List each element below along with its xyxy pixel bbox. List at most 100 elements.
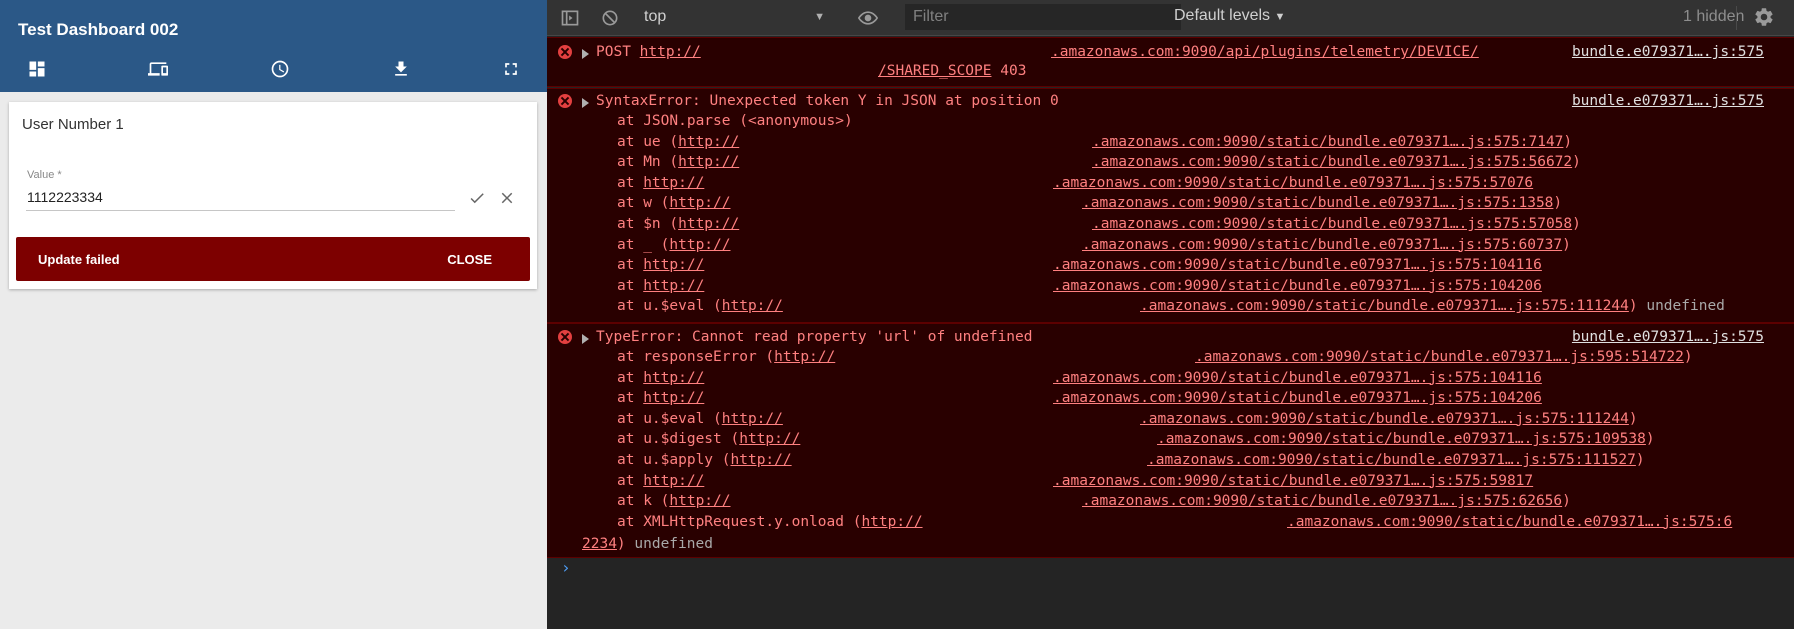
frame-url-start[interactable]: http:// (722, 411, 783, 427)
frame-url[interactable]: .amazonaws.com:9090/static/bundle.e07937… (1092, 134, 1563, 150)
expand-triangle-icon[interactable] (582, 49, 589, 59)
stack-frame-link-line: .amazonaws.com:9090/static/bundle.e07937… (1287, 513, 1732, 531)
frame-url-start[interactable]: http:// (643, 175, 704, 191)
check-icon[interactable] (466, 187, 488, 209)
frame-url-start[interactable]: http:// (678, 216, 739, 232)
frame-url[interactable]: .amazonaws.com:9090/static/bundle.e07937… (1157, 431, 1646, 447)
stack-frame: at u.$eval (http:// (617, 297, 783, 315)
stack-frame: at http:// (617, 256, 704, 274)
frame-url-start[interactable]: http:// (643, 257, 704, 273)
fullscreen-icon[interactable] (499, 58, 523, 80)
frame-rest: ) (1572, 216, 1581, 232)
stack-frame-link-line: .amazonaws.com:9090/static/bundle.e07937… (1082, 492, 1571, 510)
frame-url[interactable]: .amazonaws.com:9090/static/bundle.e07937… (1195, 349, 1684, 365)
expand-triangle-icon[interactable] (582, 334, 589, 344)
frame-url-start[interactable]: http:// (678, 154, 739, 170)
frame-url[interactable]: .amazonaws.com:9090/static/bundle.e07937… (1147, 452, 1636, 468)
console-message-post[interactable]: POST http:// .amazonaws.com:9090/api/plu… (547, 37, 1794, 87)
frame-url-start[interactable]: http:// (731, 452, 792, 468)
frame-url[interactable]: .amazonaws.com:9090/static/bundle.e07937… (1082, 237, 1562, 253)
stack-frame: at u.$digest (http:// (617, 430, 800, 448)
frame-url-start[interactable]: http:// (643, 473, 704, 489)
download-icon[interactable] (389, 58, 413, 80)
frame-url[interactable]: .amazonaws.com:9090/static/bundle.e07937… (1140, 411, 1629, 427)
frame-function: at u.$eval ( (617, 298, 722, 315)
frame-function: at (617, 369, 644, 386)
frame-url-start[interactable]: http:// (669, 195, 730, 211)
console-message-type-error[interactable]: TypeError: Cannot read property 'url' of… (547, 323, 1794, 558)
frame-url[interactable]: .amazonaws.com:9090/static/bundle.e07937… (1140, 298, 1629, 314)
post-url-cont[interactable]: /SHARED_SCOPE (878, 63, 992, 79)
console-prompt[interactable]: › (561, 558, 571, 577)
devtools-console: top ▼ Default levels ▼ 1 hidden POST htt… (547, 0, 1794, 629)
type-wrap-link[interactable]: 2234 (582, 536, 617, 552)
frame-url[interactable]: .amazonaws.com:9090/static/bundle.e07937… (1082, 195, 1553, 211)
frame-function: at u.$apply ( (617, 452, 731, 468)
frame-url[interactable]: .amazonaws.com:9090/static/bundle.e07937… (1287, 514, 1732, 530)
post-source-link[interactable]: bundle.e079371….js:575 (1572, 43, 1764, 61)
value-label: Value * (27, 169, 62, 181)
stack-frame-link-line: .amazonaws.com:9090/static/bundle.e07937… (1140, 410, 1638, 428)
frame-function: at (617, 174, 644, 191)
devices-icon[interactable] (146, 58, 170, 80)
toolbar-divider (1736, 6, 1737, 30)
frame-url[interactable]: .amazonaws.com:9090/static/bundle.e07937… (1053, 278, 1542, 294)
frame-url-start[interactable]: http:// (643, 278, 704, 294)
post-url-end[interactable]: .amazonaws.com:9090/api/plugins/telemetr… (1051, 44, 1479, 60)
gear-icon[interactable] (1753, 6, 1775, 28)
stack-frame: at w (http:// (617, 194, 731, 212)
frame-url-start[interactable]: http:// (774, 349, 835, 365)
error-icon (558, 330, 572, 344)
stack-frame-link-line: .amazonaws.com:9090/static/bundle.e07937… (1082, 194, 1562, 212)
frame-url[interactable]: .amazonaws.com:9090/static/bundle.e07937… (1053, 370, 1542, 386)
frame-trail: undefined (1637, 298, 1725, 315)
frame-url-start[interactable]: http:// (669, 493, 730, 509)
type-source-link[interactable]: bundle.e079371….js:575 (1572, 328, 1764, 346)
stack-frame-link-line: .amazonaws.com:9090/static/bundle.e07937… (1082, 236, 1571, 254)
frame-url[interactable]: .amazonaws.com:9090/static/bundle.e07937… (1092, 154, 1572, 170)
frame-rest: ) (1553, 195, 1563, 212)
clear-console-icon[interactable] (599, 7, 621, 29)
frame-url[interactable]: .amazonaws.com:9090/static/bundle.e07937… (1092, 216, 1572, 232)
snackbar-message: Update failed (38, 252, 120, 267)
frame-function: at (617, 257, 644, 274)
post-url-start[interactable]: http:// (640, 44, 701, 60)
context-select[interactable]: top ▼ (644, 4, 831, 30)
live-expression-eye-icon[interactable] (857, 7, 879, 29)
stack-frame-link-line: .amazonaws.com:9090/static/bundle.e07937… (1147, 451, 1645, 469)
syntax-source-link[interactable]: bundle.e079371….js:575 (1572, 92, 1764, 110)
snackbar-close-button[interactable]: CLOSE (447, 252, 492, 267)
app-toolbar: Test Dashboard 002 (0, 0, 547, 92)
syntax-error-message: SyntaxError: Unexpected token Y in JSON … (596, 93, 1059, 109)
sidebar-toggle-icon[interactable] (559, 7, 581, 29)
filter-input[interactable] (905, 4, 1181, 30)
frame-url[interactable]: .amazonaws.com:9090/static/bundle.e07937… (1053, 473, 1533, 489)
frame-url-start[interactable]: http:// (678, 134, 739, 150)
expand-triangle-icon[interactable] (582, 98, 589, 108)
frame-url-start[interactable]: http:// (643, 370, 704, 386)
frame-function: at (617, 390, 644, 407)
frame-url-start[interactable]: http:// (669, 237, 730, 253)
close-icon[interactable] (496, 187, 518, 209)
dashboard-icon[interactable] (25, 58, 49, 80)
frame-url-start[interactable]: http:// (722, 298, 783, 314)
frame-url-start[interactable]: http:// (861, 514, 922, 530)
history-icon[interactable] (268, 58, 292, 80)
frame-url[interactable]: .amazonaws.com:9090/static/bundle.e07937… (1053, 390, 1542, 406)
frame-rest: ) (1563, 133, 1573, 150)
frame-url[interactable]: .amazonaws.com:9090/static/bundle.e07937… (1053, 175, 1533, 191)
frame-url[interactable]: .amazonaws.com:9090/static/bundle.e07937… (1082, 493, 1562, 509)
frame-url-start[interactable]: http:// (643, 390, 704, 406)
stack-frame-link-line: .amazonaws.com:9090/static/bundle.e07937… (1053, 472, 1533, 490)
frame-url[interactable]: .amazonaws.com:9090/static/bundle.e07937… (1053, 257, 1542, 273)
log-levels-dropdown[interactable]: Default levels ▼ (1174, 7, 1285, 25)
stack-frame-link-line: .amazonaws.com:9090/static/bundle.e07937… (1092, 153, 1581, 171)
value-input[interactable] (26, 184, 455, 211)
frame-url-start[interactable]: http:// (739, 431, 800, 447)
stack-frame: at responseError (http:// (617, 348, 835, 366)
console-message-syntax-error[interactable]: SyntaxError: Unexpected token Y in JSON … (547, 88, 1794, 323)
post-url-cont-line: /SHARED_SCOPE 403 (878, 62, 1026, 80)
stack-frame-link-line: .amazonaws.com:9090/static/bundle.e07937… (1053, 369, 1542, 387)
stack-frame-link-line: .amazonaws.com:9090/static/bundle.e07937… (1195, 348, 1693, 366)
frame-function: at JSON.parse ( (617, 113, 748, 129)
